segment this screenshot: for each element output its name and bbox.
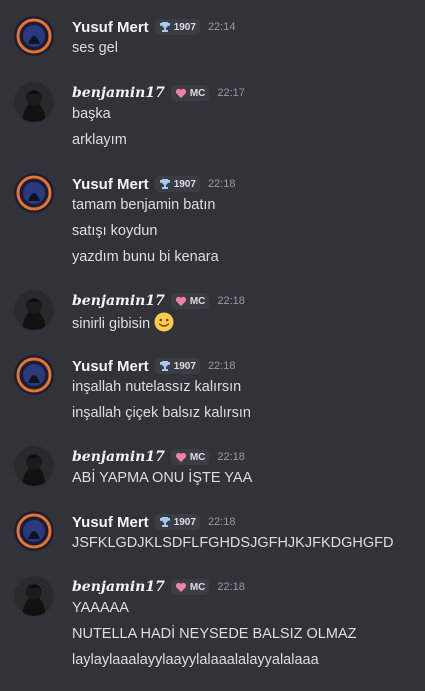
message-line: JSFKLGDJKLSDFLFGHDSJGFHJKJFKDGHGFD (72, 535, 394, 551)
message-line: tamam benjamin batın (72, 197, 216, 213)
trophy-badge[interactable]: 1907 (154, 358, 200, 374)
message-line: sinirli gibisin (72, 312, 174, 334)
timestamp: 22:18 (207, 516, 236, 528)
timestamp: 22:14 (207, 21, 236, 33)
trophy-badge[interactable]: 1907 (154, 19, 200, 35)
username[interactable]: Yusuf Mert (72, 514, 149, 531)
message-text: sinirli gibisin (72, 316, 151, 332)
timestamp: 22:18 (207, 360, 236, 372)
username[interactable]: benjamin17 (72, 293, 165, 309)
trophy-icon (159, 179, 170, 189)
timestamp: 22:18 (207, 178, 236, 190)
message-line: yazdım bunu bi kenara (72, 249, 219, 265)
heart-badge[interactable]: MC (170, 293, 210, 309)
avatar-benjamin[interactable] (14, 576, 54, 616)
badge-text: 1907 (173, 516, 196, 528)
badge-text: 1907 (173, 21, 196, 33)
avatar-yusuf[interactable] (14, 511, 54, 551)
username[interactable]: Yusuf Mert (72, 19, 149, 36)
message-line: ses gel (72, 40, 118, 56)
slightly-smiling-face-emoji (154, 312, 174, 332)
trophy-badge[interactable]: 1907 (154, 176, 200, 192)
badge-text: MC (189, 87, 206, 99)
username[interactable]: benjamin17 (72, 85, 165, 101)
badge-text: MC (189, 451, 206, 463)
message-line: inşallah nutelassız kalırsın (72, 379, 242, 395)
username[interactable]: Yusuf Mert (72, 176, 149, 193)
timestamp: 22:18 (217, 581, 245, 593)
badge-text: MC (189, 581, 206, 593)
message-line: inşallah çiçek balsız kalırsın (72, 405, 251, 421)
message-line: YAAAAA (72, 600, 129, 616)
heart-badge[interactable]: MC (170, 449, 210, 465)
heart-badge[interactable]: MC (170, 579, 210, 595)
avatar-benjamin[interactable] (14, 82, 54, 122)
badge-text: MC (189, 295, 206, 307)
trophy-icon (159, 517, 170, 527)
avatar-benjamin[interactable] (14, 446, 54, 486)
username[interactable]: Yusuf Mert (72, 358, 149, 375)
message-line: arklayım (72, 132, 127, 148)
badge-text: 1907 (173, 360, 196, 372)
avatar-yusuf[interactable] (14, 173, 54, 213)
heart-icon (175, 582, 186, 592)
message-line: başka (72, 106, 111, 122)
chat-message-list: Yusuf Mert 1907 22:14 ses gel benjamin17… (0, 0, 425, 691)
trophy-icon (159, 22, 170, 32)
avatar-benjamin[interactable] (14, 290, 54, 330)
username[interactable]: benjamin17 (72, 449, 165, 465)
timestamp: 22:18 (217, 295, 245, 307)
heart-badge[interactable]: MC (170, 85, 210, 101)
avatar-yusuf[interactable] (14, 355, 54, 395)
trophy-badge[interactable]: 1907 (154, 514, 200, 530)
timestamp: 22:17 (217, 87, 245, 99)
message-line: laylaylaaalayylaayylalaaalalayyalalaaa (72, 652, 319, 668)
username[interactable]: benjamin17 (72, 579, 165, 595)
heart-icon (175, 452, 186, 462)
trophy-icon (159, 361, 170, 371)
heart-icon (175, 296, 186, 306)
avatar-yusuf[interactable] (14, 16, 54, 56)
timestamp: 22:18 (217, 451, 245, 463)
message-line: NUTELLA HADİ NEYSEDE BALSIZ OLMAZ (72, 626, 357, 642)
badge-text: 1907 (173, 178, 196, 190)
message-line: satışı koydun (72, 223, 158, 239)
message-line: ABİ YAPMA ONU İŞTE YAA (72, 470, 253, 486)
heart-icon (175, 88, 186, 98)
